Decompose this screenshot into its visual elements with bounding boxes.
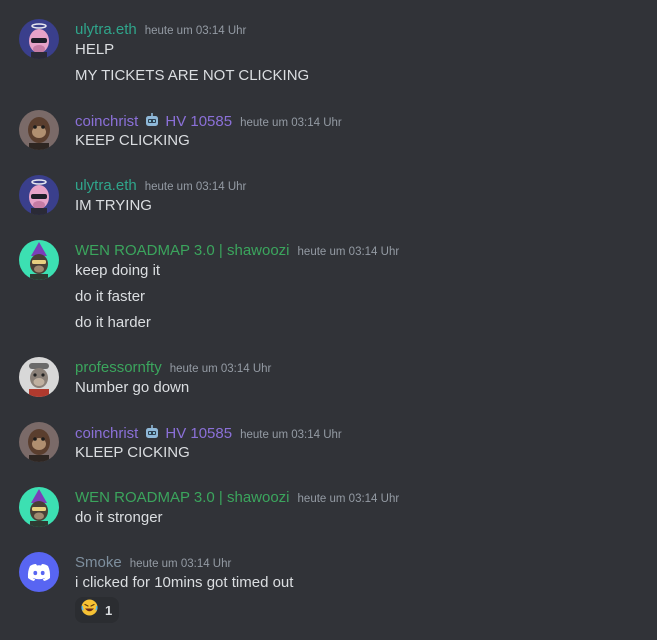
username[interactable]: ulytra.eth	[75, 175, 137, 197]
avatar[interactable]	[19, 19, 59, 59]
timestamp[interactable]: heute um 03:14 Uhr	[298, 241, 400, 263]
username[interactable]: WEN ROADMAP 3.0 | shawoozi	[75, 487, 290, 509]
avatar[interactable]	[19, 175, 59, 215]
message-header: coinchrist HV 10585 heute um 03:14 Uhr	[75, 110, 342, 132]
message-header: ulytra.eth heute um 03:14 Uhr	[75, 19, 246, 41]
username[interactable]: Smoke	[75, 552, 122, 574]
avatar[interactable]	[19, 357, 59, 397]
bored-ape-grey-avatar	[19, 357, 59, 397]
bored-ape-pink-avatar	[19, 19, 59, 59]
discord-default-avatar	[19, 552, 59, 592]
bored-ape-pink-avatar	[19, 175, 59, 215]
message-header: Smoke heute um 03:14 Uhr	[75, 552, 231, 574]
robot-badge-icon	[144, 112, 160, 128]
avatar[interactable]	[19, 110, 59, 150]
message-text: do it harder	[75, 314, 151, 331]
message-header: ulytra.eth heute um 03:14 Uhr	[75, 175, 246, 197]
avatar[interactable]	[19, 487, 59, 527]
message-text: KLEEP CICKING	[75, 444, 190, 461]
message-text: KEEP CLICKING	[75, 132, 190, 149]
timestamp[interactable]: heute um 03:14 Uhr	[145, 20, 247, 42]
message-header: WEN ROADMAP 3.0 | shawoozi heute um 03:1…	[75, 240, 399, 262]
message-text: do it faster	[75, 288, 146, 305]
message-text: keep doing it	[75, 262, 161, 279]
timestamp[interactable]: heute um 03:14 Uhr	[240, 112, 342, 134]
message-text: do it stronger	[75, 509, 163, 526]
avatar[interactable]	[19, 240, 59, 280]
message-text: IM TRYING	[75, 197, 152, 214]
rofl-emoji-icon	[81, 599, 98, 621]
reaction-count: 1	[105, 602, 113, 618]
bored-ape-brown-avatar	[19, 110, 59, 150]
message-header: coinchrist HV 10585 heute um 03:14 Uhr	[75, 422, 342, 444]
chat-message-list: ulytra.eth heute um 03:14 Uhr HELP MY TI…	[0, 0, 657, 640]
message-header: professornfty heute um 03:14 Uhr	[75, 357, 271, 379]
timestamp[interactable]: heute um 03:14 Uhr	[298, 488, 400, 510]
reaction-chip[interactable]: 1	[75, 597, 119, 623]
message-header: WEN ROADMAP 3.0 | shawoozi heute um 03:1…	[75, 487, 399, 509]
timestamp[interactable]: heute um 03:14 Uhr	[240, 424, 342, 446]
bored-ape-wizard-avatar	[19, 487, 59, 527]
bored-ape-wizard-avatar	[19, 240, 59, 280]
username[interactable]: professornfty	[75, 357, 162, 379]
avatar[interactable]	[19, 552, 59, 592]
message-text: MY TICKETS ARE NOT CLICKING	[75, 67, 310, 84]
username[interactable]: ulytra.eth	[75, 19, 137, 41]
avatar[interactable]	[19, 422, 59, 462]
username[interactable]: WEN ROADMAP 3.0 | shawoozi	[75, 240, 290, 262]
message-text: Number go down	[75, 379, 190, 396]
message-text: i clicked for 10mins got timed out	[75, 574, 294, 591]
message-text: HELP	[75, 41, 115, 58]
robot-badge-icon	[144, 424, 160, 440]
timestamp[interactable]: heute um 03:14 Uhr	[145, 176, 247, 198]
bored-ape-brown-avatar	[19, 422, 59, 462]
